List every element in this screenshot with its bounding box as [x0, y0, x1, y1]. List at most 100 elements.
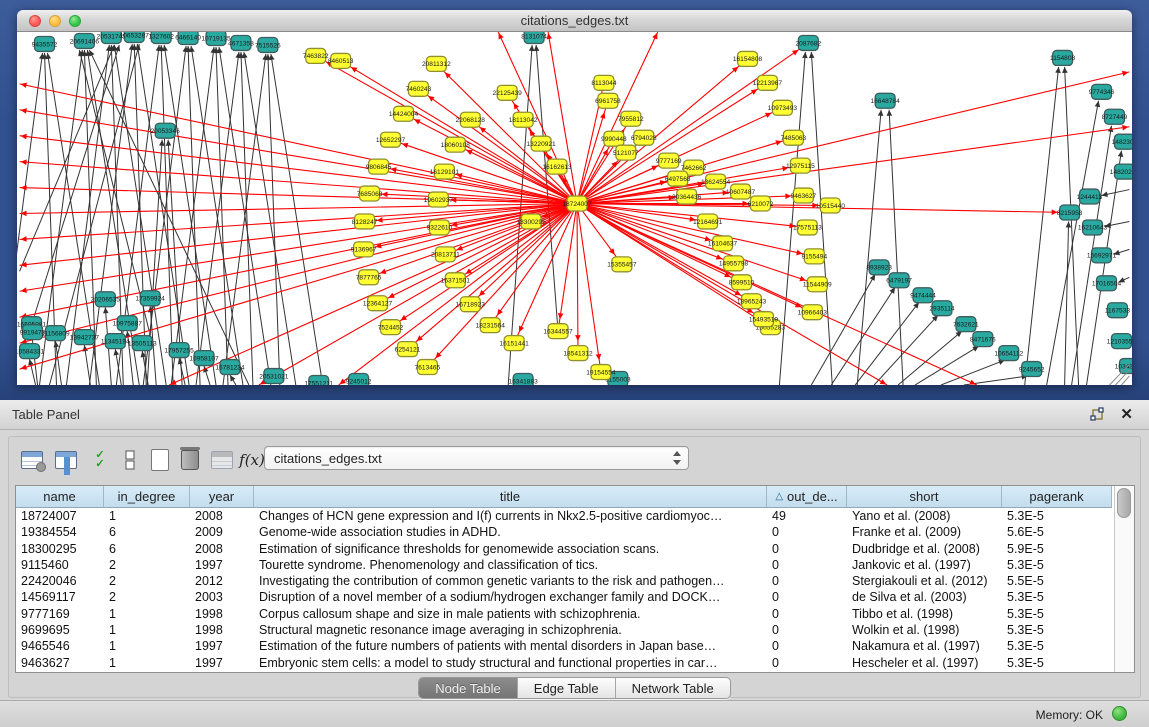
graph-node[interactable]: 20364436 [672, 189, 702, 204]
column-header-year[interactable]: year [190, 486, 254, 508]
graph-node[interactable]: 6961758 [595, 93, 621, 108]
graph-node[interactable]: 11544909 [803, 277, 832, 292]
graph-node[interactable]: 1167533 [1105, 303, 1130, 318]
table-cell[interactable]: Embryonic stem cells: a model to study s… [254, 655, 767, 671]
graph-node[interactable]: 9777169 [656, 153, 682, 168]
table-cell[interactable]: Estimation of significance thresholds fo… [254, 541, 767, 557]
column-header-name[interactable]: name [16, 486, 104, 508]
graph-node[interactable]: 14820233 [1110, 164, 1132, 179]
table-cell[interactable]: Nakamura et al. (1997) [847, 638, 1002, 654]
table-cell[interactable]: 9463627 [16, 655, 104, 671]
table-cell[interactable]: 0 [767, 655, 847, 671]
table-cell[interactable]: 2008 [190, 541, 254, 557]
graph-node[interactable]: 12213967 [753, 75, 783, 90]
table-cell[interactable]: Investigating the contribution of common… [254, 573, 767, 589]
graph-node[interactable]: 16154808 [733, 51, 763, 66]
column-header-short[interactable]: short [847, 486, 1002, 508]
graph-node[interactable]: 16151441 [500, 336, 530, 351]
graph-node[interactable]: 9155494 [802, 249, 828, 264]
table-cell[interactable]: 2012 [190, 573, 254, 589]
graph-node[interactable]: 18113042 [509, 112, 538, 127]
table-cell[interactable]: Estimation of the future numbers of pati… [254, 638, 767, 654]
graph-node[interactable]: 7524452 [378, 320, 404, 335]
table-row[interactable]: 946362711997Embryonic stem cells: a mode… [16, 655, 1114, 671]
table-cell[interactable]: 5.3E-5 [1002, 655, 1112, 671]
table-cell[interactable]: 0 [767, 573, 847, 589]
table-cell[interactable]: Jankovic et al. (1997) [847, 557, 1002, 573]
memory-status-icon[interactable] [1112, 706, 1127, 721]
table-cell[interactable]: 5.9E-5 [1002, 541, 1112, 557]
graph-node[interactable]: 8131074 [521, 32, 547, 43]
graph-node[interactable]: 17575113 [793, 220, 822, 235]
graph-node[interactable]: 20811312 [422, 56, 451, 71]
table-cell[interactable]: 1997 [190, 638, 254, 654]
graph-node[interactable]: 22068128 [456, 112, 486, 127]
graph-node[interactable]: 15355457 [607, 257, 637, 272]
table-cell[interactable]: 2 [104, 589, 190, 605]
graph-node[interactable]: 7955812 [618, 111, 644, 126]
graph-node[interactable]: 7632621 [953, 317, 979, 332]
table-row[interactable]: 1938455462009Genome-wide association stu… [16, 524, 1114, 540]
table-cell[interactable]: 1998 [190, 622, 254, 638]
table-cell[interactable]: Tibbo et al. (1998) [847, 606, 1002, 622]
table-cell[interactable]: Dudbridge et al. (2008) [847, 541, 1002, 557]
graph-node[interactable]: 16210643 [1078, 220, 1108, 235]
table-cell[interactable]: Wolkin et al. (1998) [847, 622, 1002, 638]
table-cell[interactable]: 19384554 [16, 524, 104, 540]
table-cell[interactable]: 0 [767, 589, 847, 605]
table-cell[interactable]: 9777169 [16, 606, 104, 622]
graph-node[interactable]: 9245652 [1019, 362, 1045, 377]
split-view-icon[interactable] [115, 445, 145, 475]
graph-node[interactable]: 10653287 [120, 32, 150, 42]
graph-node[interactable]: 7463822 [303, 48, 329, 63]
table-row[interactable]: 1872400712008Changes of HCN gene express… [16, 508, 1114, 524]
table-cell[interactable]: 5.5E-5 [1002, 573, 1112, 589]
float-window-icon[interactable] [1089, 407, 1105, 423]
table-cell[interactable]: Stergiakouli et al. (2012) [847, 573, 1002, 589]
new-file-icon[interactable] [145, 445, 175, 475]
table-cell[interactable]: Yano et al. (2008) [847, 508, 1002, 524]
table-row[interactable]: 969969511998Structural magnetic resonanc… [16, 622, 1114, 638]
graph-node[interactable]: 15692971 [1087, 248, 1117, 263]
graph-node[interactable]: 11345194 [101, 334, 130, 349]
table-cell[interactable]: 18724007 [16, 508, 104, 524]
table-cell[interactable]: 5.3E-5 [1002, 606, 1112, 622]
table-row[interactable]: 977716911998Corpus callosum shape and si… [16, 606, 1114, 622]
table-row[interactable]: 1830029562008Estimation of significance … [16, 541, 1114, 557]
graph-node[interactable]: 5121077 [613, 145, 639, 160]
graph-node[interactable]: 16341883 [509, 374, 539, 385]
table-cell[interactable]: Tourette syndrome. Phenomenology and cla… [254, 557, 767, 573]
graph-node[interactable]: 6497568 [665, 171, 691, 186]
table-cell[interactable]: 1 [104, 622, 190, 638]
table-selector-combobox[interactable]: citations_edges.txt [264, 446, 689, 470]
graph-node[interactable]: 6794028 [631, 130, 657, 145]
graph-node[interactable]: 8460513 [328, 53, 354, 68]
graph-node[interactable]: 8215958 [1057, 205, 1083, 220]
column-header-title[interactable]: title [254, 486, 767, 508]
table-row[interactable]: 1456911722003Disruption of a novel membe… [16, 589, 1114, 605]
show-columns-icon[interactable] [51, 445, 81, 475]
table-cell[interactable]: de Silva et al. (2003) [847, 589, 1002, 605]
graph-node[interactable]: 9245012 [346, 374, 372, 385]
table-cell[interactable]: 0 [767, 622, 847, 638]
graph-node[interactable]: 20691406 [70, 33, 100, 48]
table-cell[interactable]: 6 [104, 541, 190, 557]
graph-node[interactable]: 16162613 [542, 159, 572, 174]
table-cell[interactable]: 5.3E-5 [1002, 589, 1112, 605]
table-cell[interactable]: 0 [767, 524, 847, 540]
column-header-in_degree[interactable]: in_degree [104, 486, 190, 508]
graph-node[interactable]: 10719135 [201, 32, 231, 45]
table-cell[interactable]: 0 [767, 606, 847, 622]
graph-node[interactable]: 7485063 [781, 130, 807, 145]
graph-node[interactable]: 11156809 [41, 326, 70, 341]
table-cell[interactable]: 1 [104, 606, 190, 622]
table-cell[interactable]: Corpus callosum shape and size in male p… [254, 606, 767, 622]
table-cell[interactable]: 1 [104, 638, 190, 654]
graph-node[interactable]: 9990448 [601, 131, 627, 146]
graph-node[interactable]: 8599510 [729, 275, 755, 290]
graph-node[interactable]: 7877765 [356, 270, 382, 285]
table-cell[interactable]: 6 [104, 524, 190, 540]
tab-node-table[interactable]: Node Table [419, 678, 518, 698]
graph-node[interactable]: 10975887 [113, 316, 143, 331]
graph-node[interactable]: 12652297 [376, 132, 406, 147]
